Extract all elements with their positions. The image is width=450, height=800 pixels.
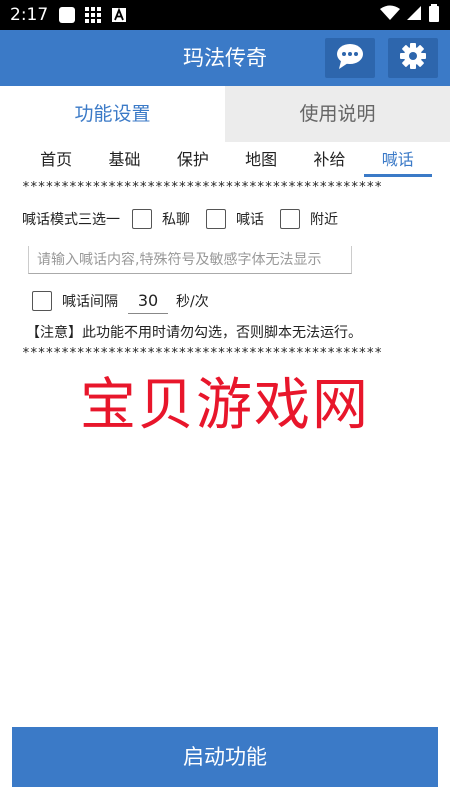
status-time: 2:17 bbox=[10, 5, 49, 25]
wifi-icon bbox=[380, 5, 400, 26]
battery-icon bbox=[428, 3, 440, 27]
subtab-home[interactable]: 首页 bbox=[22, 145, 90, 177]
settings-button[interactable] bbox=[388, 38, 438, 78]
shout-checkbox[interactable] bbox=[206, 209, 226, 229]
notification-square-icon bbox=[58, 6, 76, 24]
shout-mode-row: 喊话模式三选一 私聊 喊话 附近 bbox=[22, 209, 354, 229]
subtab-map[interactable]: 地图 bbox=[227, 145, 295, 177]
tab-function-settings[interactable]: 功能设置 bbox=[0, 86, 225, 142]
chat-bubble-icon bbox=[335, 42, 365, 74]
app-title: 玛法传奇 bbox=[183, 46, 267, 70]
sub-tabs: 首页 基础 保护 地图 补给 喊话 bbox=[22, 145, 433, 177]
tab-instructions[interactable]: 使用说明 bbox=[225, 86, 450, 142]
subtab-shout[interactable]: 喊话 bbox=[363, 145, 433, 177]
private-chat-checkbox[interactable] bbox=[132, 209, 152, 229]
private-chat-label: 私聊 bbox=[162, 212, 190, 228]
signal-icon bbox=[406, 5, 422, 26]
separator-top: ****************************************… bbox=[22, 180, 383, 195]
interval-input[interactable] bbox=[128, 288, 168, 314]
subtab-protect[interactable]: 保护 bbox=[159, 145, 227, 177]
separator-bottom: ****************************************… bbox=[22, 346, 383, 361]
interval-row: 喊话间隔 秒/次 bbox=[32, 288, 209, 314]
app-a-icon bbox=[110, 6, 128, 24]
nearby-checkbox[interactable] bbox=[280, 209, 300, 229]
start-function-button[interactable]: 启动功能 bbox=[12, 727, 438, 787]
shout-label: 喊话 bbox=[236, 212, 264, 228]
interval-checkbox[interactable] bbox=[32, 291, 52, 311]
nearby-label: 附近 bbox=[310, 212, 338, 228]
chat-button[interactable] bbox=[325, 38, 375, 78]
notice-text: 【注意】此功能不用时请勿勾选，否则脚本无法运行。 bbox=[26, 325, 362, 341]
grid-icon bbox=[84, 6, 102, 24]
subtab-supply[interactable]: 补给 bbox=[295, 145, 363, 177]
subtab-basic[interactable]: 基础 bbox=[90, 145, 158, 177]
watermark: 宝贝游戏网 bbox=[80, 373, 370, 438]
gear-icon bbox=[399, 42, 427, 74]
interval-unit: 秒/次 bbox=[176, 294, 209, 310]
main-tabs: 功能设置 使用说明 bbox=[0, 86, 450, 142]
app-bar: 玛法传奇 bbox=[0, 30, 450, 86]
shout-content-input[interactable] bbox=[28, 246, 352, 274]
interval-label: 喊话间隔 bbox=[62, 294, 118, 310]
status-bar: 2:17 bbox=[0, 0, 450, 30]
shout-mode-label: 喊话模式三选一 bbox=[22, 212, 120, 228]
